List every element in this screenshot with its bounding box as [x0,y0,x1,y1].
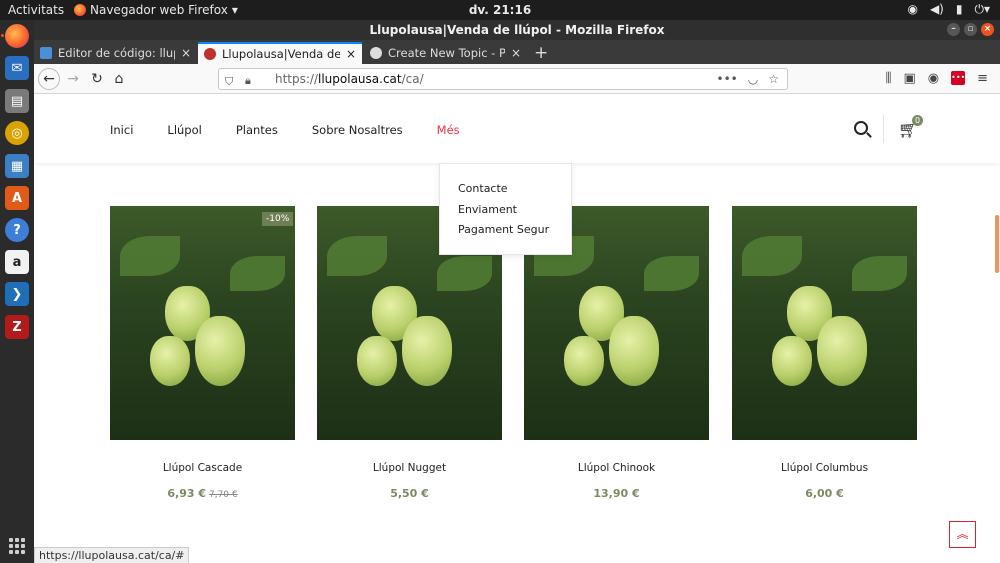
bookmark-star-icon[interactable]: ☆ [768,69,779,89]
firefox-window: Llupolausa|Venda de llúpol - Mozilla Fir… [34,20,1000,563]
filezilla-dock-icon[interactable]: Z [5,315,29,339]
thunderbird-dock-icon[interactable]: ✉ [5,56,29,80]
back-to-top-button[interactable]: ︽ [949,521,976,548]
software-dock-icon[interactable]: A [5,186,29,210]
power-icon: ⏻▾ [974,2,990,16]
product-price: 6,93 €7,70 € [110,487,295,500]
window-title: Llupolausa|Venda de llúpol - Mozilla Fir… [369,23,665,37]
product-price: 5,50 € [390,487,429,500]
menu-item-llupol[interactable]: Llúpol [167,123,201,137]
maximize-icon[interactable]: ▫ [964,23,977,36]
menu-item-sobre-nosaltres[interactable]: Sobre Nosaltres [312,123,403,137]
product-image[interactable] [110,206,295,440]
show-apps-icon[interactable] [9,538,25,554]
main-menu: Inici Llúpol Plantes Sobre Nosaltres Més [110,123,460,137]
network-icon: ◉ [907,2,918,16]
writer-dock-icon[interactable]: ▦ [5,154,29,178]
sidebar-icon[interactable]: ▣ [903,71,915,86]
tab-label: Editor de código: llupola [58,46,175,60]
site-header: Inici Llúpol Plantes Sobre Nosaltres Més… [34,95,1000,163]
pocket-icon[interactable]: ◡ [748,69,758,89]
tab-favicon-icon [370,47,382,59]
menu-item-inici[interactable]: Inici [110,123,133,137]
navigation-bar: ← → ↻ ⌂ ⛉ 🔒︎ https://llupolausa.cat/ca/ … [34,64,1000,94]
current-price: 6,93 € [167,487,206,500]
product-price: 13,90 € [593,487,640,500]
header-divider [883,115,884,143]
tab-favicon-icon [204,48,216,60]
help-dock-icon[interactable]: ? [5,218,29,242]
url-prefix: https:// [275,72,319,86]
old-price: 7,70 € [208,490,238,500]
back-arrow-icon[interactable]: ← [38,68,60,90]
battery-icon: ▮ [955,2,963,16]
vscode-dock-icon[interactable]: ❯ [5,282,29,306]
clock[interactable]: dv. 21:16 [0,3,1000,17]
dropdown-item-pagament-segur[interactable]: Pagament Segur [458,223,571,244]
page-actions-icon[interactable]: ••• [717,69,738,89]
active-indicator [1,34,4,37]
hamburger-menu-icon[interactable]: ≡ [977,71,988,86]
system-tray[interactable]: ◉ ◀) ▮ ⏻▾ [907,2,990,17]
close-window-icon[interactable]: × [981,23,994,36]
tab-create-topic[interactable]: Create New Topic - Presta × [364,42,527,64]
menu-item-plantes[interactable]: Plantes [236,123,278,137]
url-bar[interactable]: ⛉ 🔒︎ https://llupolausa.cat/ca/ ••• ◡ ☆ [218,68,788,90]
shield-icon[interactable]: ⛉ [225,72,233,92]
product-image[interactable] [732,206,917,440]
home-icon[interactable]: ⌂ [108,68,130,90]
rhythmbox-dock-icon[interactable]: ◎ [5,121,29,145]
firefox-dock-icon[interactable] [5,24,29,48]
window-titlebar: Llupolausa|Venda de llúpol - Mozilla Fir… [34,20,1000,40]
tab-llupolausa[interactable]: Llupolausa|Venda de llúp × [198,42,362,64]
dropdown-item-enviament[interactable]: Enviament [458,203,571,224]
tab-label: Llupolausa|Venda de llúp [222,47,340,61]
window-controls: – ▫ × [947,23,994,36]
close-tab-icon[interactable]: × [511,46,521,60]
lock-icon[interactable]: 🔒︎ [245,71,251,91]
page-scrollbar[interactable] [995,215,999,273]
url-path: /ca/ [401,72,424,86]
discount-badge: -10% [262,212,294,226]
tab-bar: Editor de código: llupola × Llupolausa|V… [34,40,1000,64]
account-icon[interactable]: ◉ [928,71,939,86]
status-link-preview: https://llupolausa.cat/ca/# [34,547,190,563]
reload-icon[interactable]: ↻ [86,68,108,90]
tab-label: Create New Topic - Presta [388,46,505,60]
library-icon[interactable]: ⫼ [885,71,891,86]
url-host: llupolausa.cat [318,72,402,86]
product-name[interactable]: Llúpol Chinook [524,462,709,474]
mes-dropdown-menu: Contacte Enviament Pagament Segur [439,163,572,255]
forward-arrow-icon[interactable]: → [62,68,84,90]
dropdown-item-contacte[interactable]: Contacte [458,182,571,203]
toolbar-icons: ⫼ ▣ ◉ ••• ≡ [885,71,988,86]
menu-item-mes[interactable]: Més [437,123,460,137]
web-page: Inici Llúpol Plantes Sobre Nosaltres Més… [34,95,1000,563]
close-tab-icon[interactable]: × [346,47,356,61]
amazon-dock-icon[interactable]: a [5,250,29,274]
extension-icon[interactable]: ••• [951,71,965,85]
tab-editor[interactable]: Editor de código: llupola × [34,42,197,64]
search-icon[interactable] [854,121,868,135]
minimize-icon[interactable]: – [947,23,960,36]
new-tab-icon[interactable]: + [534,43,548,63]
cart-count-badge: 0 [912,115,923,126]
product-name[interactable]: Llúpol Nugget [317,462,502,474]
product-price: 6,00 € [805,487,844,500]
files-dock-icon[interactable]: ▤ [5,89,29,113]
product-name[interactable]: Llúpol Cascade [110,462,295,474]
product-name[interactable]: Llúpol Columbus [732,462,917,474]
tab-favicon-icon [40,47,52,59]
close-tab-icon[interactable]: × [181,46,191,60]
system-top-bar: Activitats Navegador web Firefox ▾ dv. 2… [0,0,1000,20]
application-dock: ✉ ▤ ◎ ▦ A ? a ❯ Z [0,20,34,563]
volume-icon: ◀) [929,2,944,16]
